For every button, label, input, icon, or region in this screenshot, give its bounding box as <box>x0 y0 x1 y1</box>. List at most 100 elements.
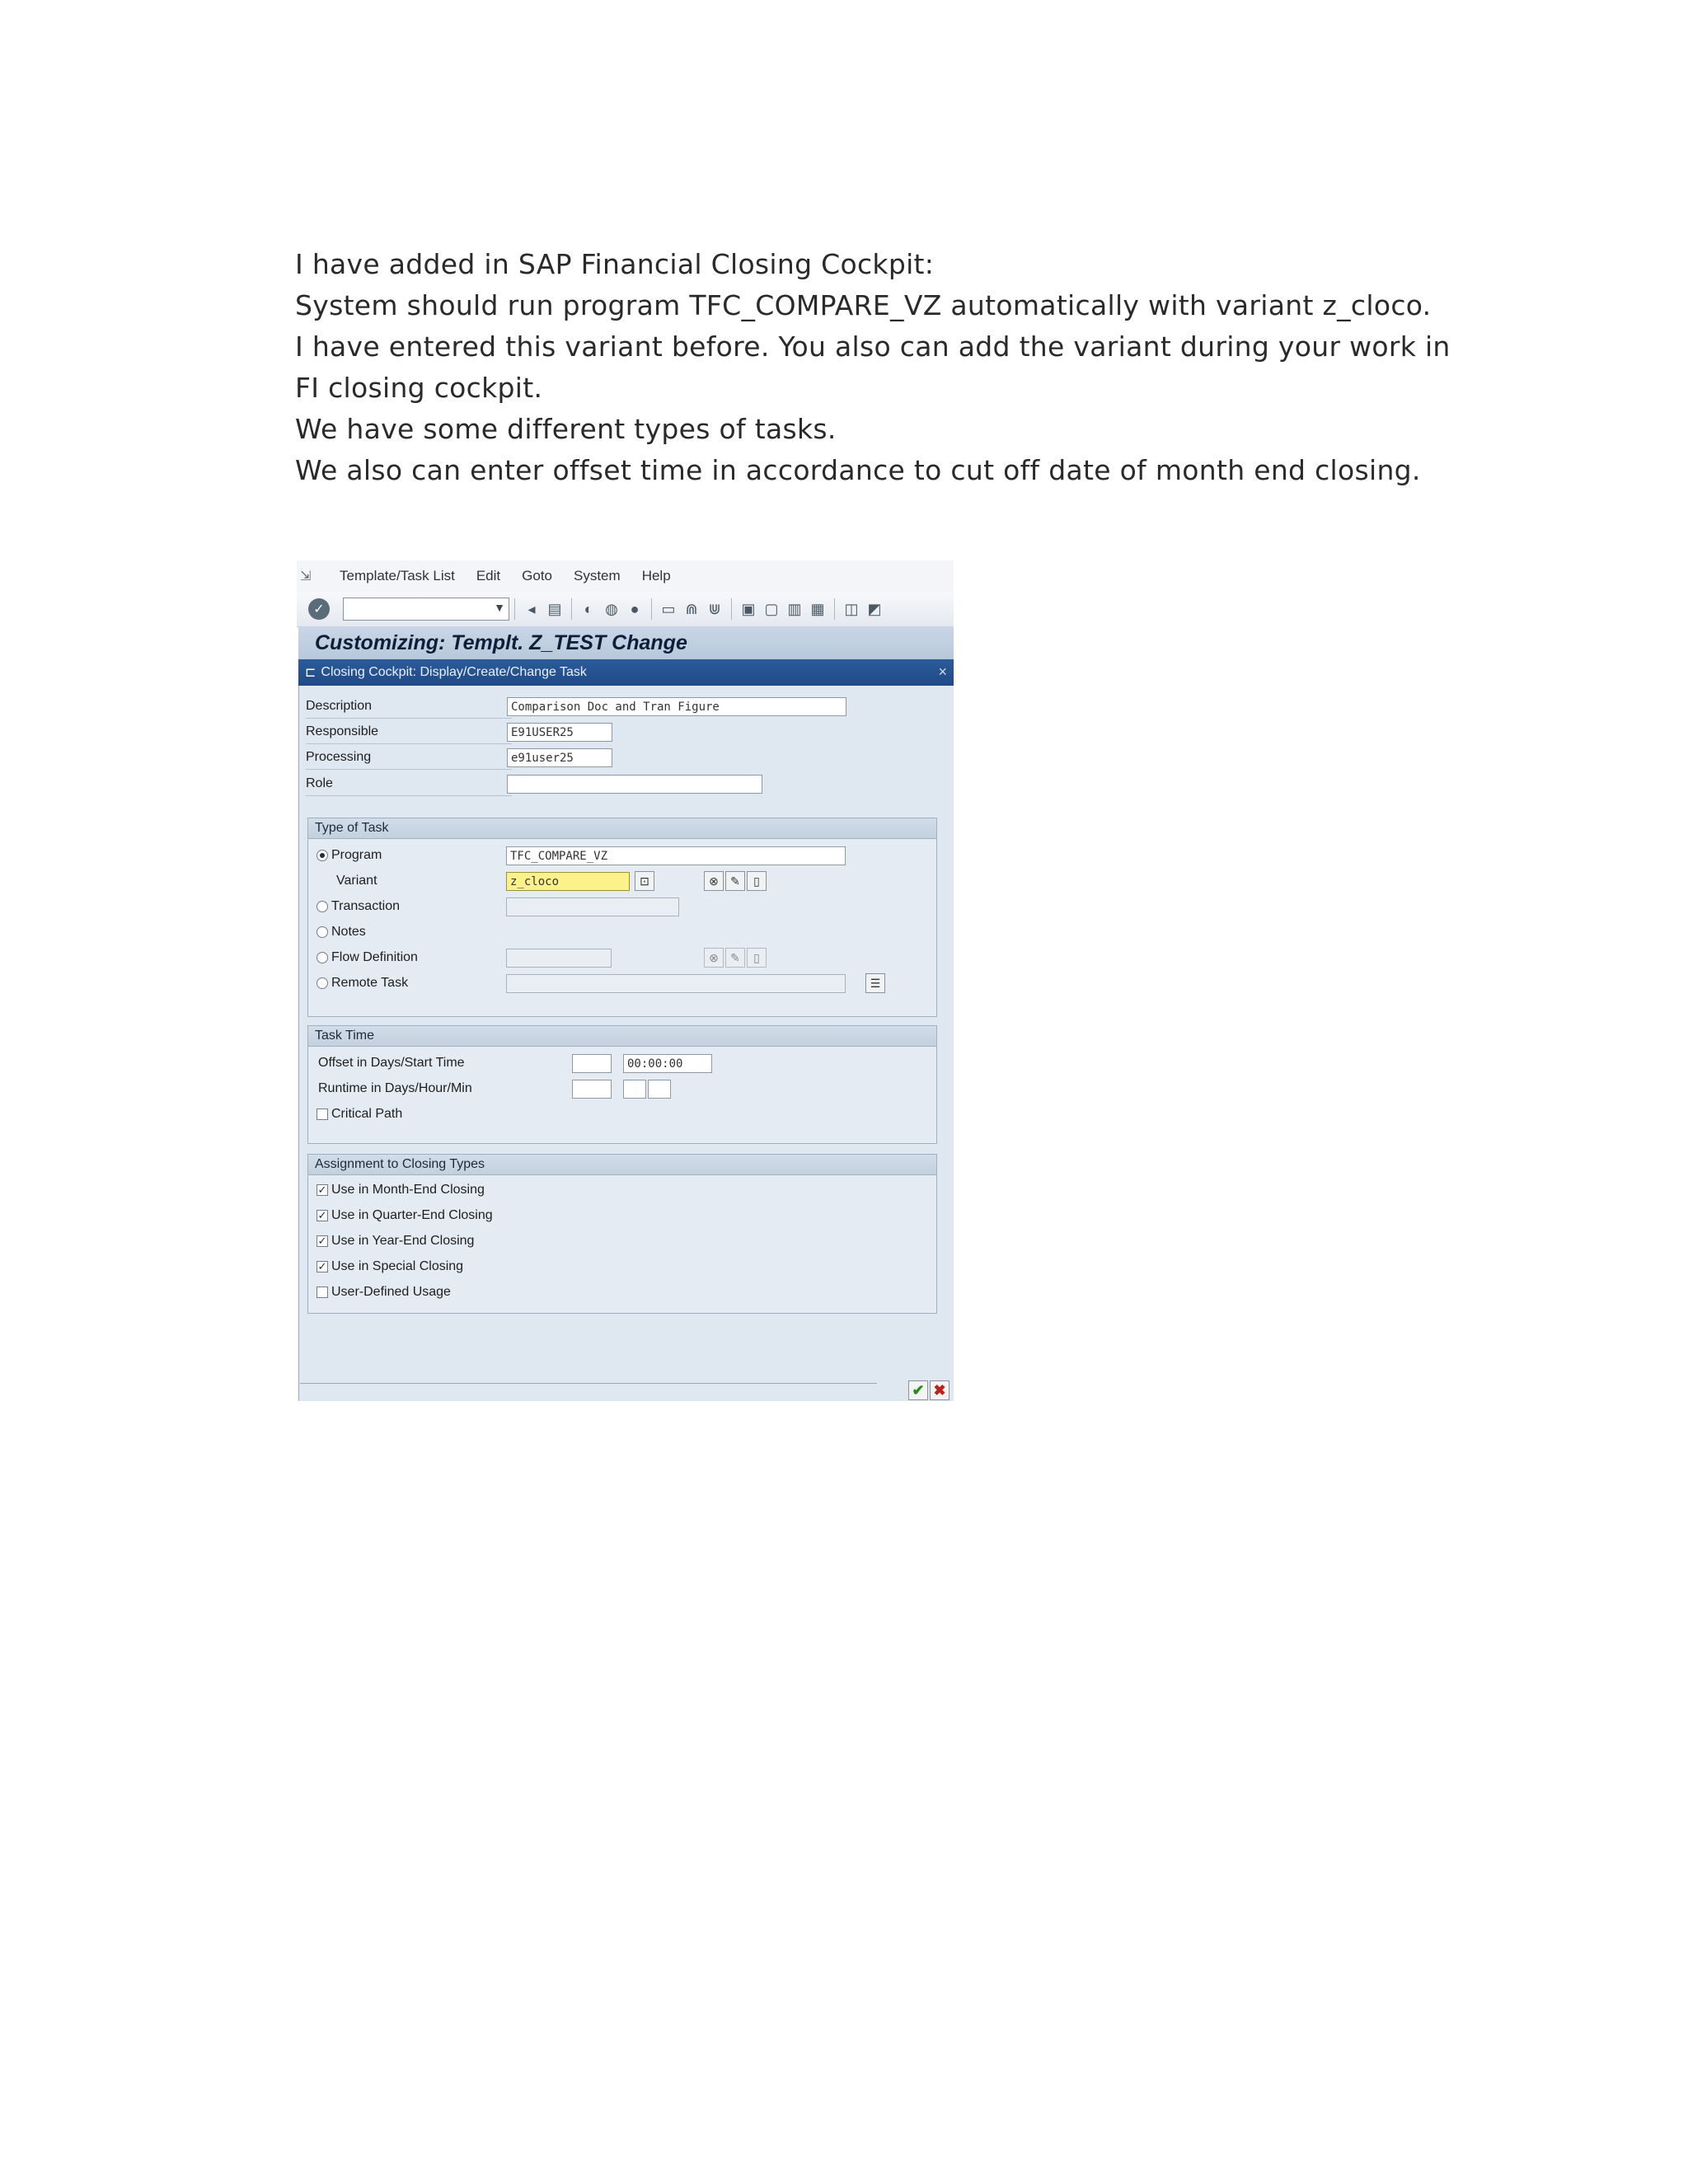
year-end-row[interactable]: ✓ Use in Year-End Closing <box>316 1230 474 1252</box>
year-end-checkbox[interactable]: ✓ <box>316 1235 328 1247</box>
menu-system[interactable]: System <box>574 568 621 584</box>
dialog-title: Closing Cockpit: Display/Create/Change T… <box>321 665 587 679</box>
previous-page-icon[interactable]: ▢ <box>762 599 781 619</box>
dialog-footer: ✔ ✖ <box>297 1376 954 1401</box>
critical-path-row[interactable]: Critical Path <box>316 1104 402 1125</box>
quarter-end-row[interactable]: ✓ Use in Quarter-End Closing <box>316 1205 493 1226</box>
menu-edit[interactable]: Edit <box>476 568 500 584</box>
value-help-icon[interactable]: ⊡ <box>635 871 654 891</box>
program-radio-row[interactable]: Program <box>316 845 382 866</box>
processing-field[interactable]: e91user25 <box>507 748 612 767</box>
next-page-icon[interactable]: ▥ <box>785 599 804 619</box>
type-of-task-group: Type of Task Program TFC_COMPARE_VZ Vari… <box>307 818 937 1017</box>
runtime-hours-field[interactable] <box>623 1080 646 1099</box>
save-icon[interactable]: ▤ <box>545 599 565 619</box>
month-end-row[interactable]: ✓ Use in Month-End Closing <box>316 1179 485 1201</box>
offset-time-field[interactable]: 00:00:00 <box>623 1054 712 1073</box>
menu-goto[interactable]: Goto <box>522 568 552 584</box>
quarter-end-checkbox[interactable]: ✓ <box>316 1210 328 1221</box>
offset-row: Offset in Days/Start Time <box>315 1052 465 1074</box>
exit-icon[interactable]: ◐ <box>579 599 598 619</box>
remote-label: Remote Task <box>331 976 409 990</box>
create-flow-icon[interactable]: ▯ <box>747 948 767 968</box>
menu-help[interactable]: Help <box>642 568 671 584</box>
year-end-label: Use in Year-End Closing <box>331 1234 475 1248</box>
flow-field[interactable] <box>506 949 612 968</box>
text-line-2: System should run program TFC_COMPARE_VZ… <box>295 289 1432 321</box>
flow-label: Flow Definition <box>331 950 418 964</box>
program-field[interactable]: TFC_COMPARE_VZ <box>506 846 846 865</box>
stop-icon[interactable]: ● <box>625 599 645 619</box>
runtime-days-field[interactable] <box>572 1080 612 1099</box>
text-line-3: I have entered this variant before. You … <box>295 330 1451 404</box>
role-label: Role <box>306 776 333 790</box>
dialog-body: Description Comparison Doc and Tran Figu… <box>298 686 954 1401</box>
list-icon[interactable]: ☰ <box>865 973 885 993</box>
print-icon[interactable]: ▭ <box>659 599 678 619</box>
special-closing-row[interactable]: ✓ Use in Special Closing <box>316 1256 463 1277</box>
special-closing-checkbox[interactable]: ✓ <box>316 1261 328 1272</box>
check-icon[interactable]: ✔ <box>908 1380 928 1400</box>
responsible-field[interactable]: E91USER25 <box>507 723 612 742</box>
description-field[interactable]: Comparison Doc and Tran Figure <box>507 697 846 716</box>
shortcut-icon[interactable]: ◩ <box>865 599 884 619</box>
text-line-1: I have added in SAP Financial Closing Co… <box>295 248 935 280</box>
notes-radio-row[interactable]: Notes <box>316 921 366 943</box>
runtime-minutes-field[interactable] <box>648 1080 671 1099</box>
user-defined-checkbox[interactable] <box>316 1286 328 1298</box>
new-session-icon[interactable]: ◫ <box>842 599 861 619</box>
remote-radio[interactable] <box>316 977 328 989</box>
critical-path-checkbox[interactable] <box>316 1108 328 1120</box>
special-closing-label: Use in Special Closing <box>331 1259 464 1273</box>
notes-radio[interactable] <box>316 926 328 938</box>
remote-field[interactable] <box>506 974 846 993</box>
user-defined-row[interactable]: User-Defined Usage <box>316 1282 451 1303</box>
back-icon[interactable]: ◂ <box>522 599 542 619</box>
toolbar-separator <box>514 598 515 620</box>
cancel-icon[interactable]: ✖ <box>930 1380 950 1400</box>
label-underline <box>306 718 512 719</box>
transaction-radio-row[interactable]: Transaction <box>316 896 400 917</box>
flow-radio-row[interactable]: Flow Definition <box>316 947 418 968</box>
remote-radio-row[interactable]: Remote Task <box>316 972 408 994</box>
edit-pencil-icon[interactable]: ✎ <box>725 871 745 891</box>
task-time-group: Task Time Offset in Days/Start Time 00:0… <box>307 1025 937 1144</box>
display-flow-icon[interactable]: ⊗ <box>704 948 724 968</box>
edit-flow-icon[interactable]: ✎ <box>725 948 745 968</box>
close-icon[interactable]: × <box>938 663 947 681</box>
transaction-label: Transaction <box>331 899 400 913</box>
cancel-icon[interactable]: ◍ <box>602 599 621 619</box>
menu-arrow-icon[interactable]: ⇲ <box>300 568 318 584</box>
document-text: I have added in SAP Financial Closing Co… <box>295 244 1465 491</box>
find-next-icon[interactable]: ⋓ <box>705 599 724 619</box>
offset-days-field[interactable] <box>572 1054 612 1073</box>
transaction-field[interactable] <box>506 898 679 916</box>
text-line-5: We also can enter offset time in accorda… <box>295 454 1421 486</box>
enter-icon[interactable]: ✓ <box>308 598 330 620</box>
notes-label: Notes <box>331 925 366 939</box>
quarter-end-label: Use in Quarter-End Closing <box>331 1208 493 1222</box>
role-field[interactable] <box>507 775 762 794</box>
menu-template-task-list[interactable]: Template/Task List <box>340 568 455 584</box>
text-line-4: We have some different types of tasks. <box>295 413 837 445</box>
critical-path-label: Critical Path <box>331 1107 403 1121</box>
command-field[interactable]: ▼ <box>343 598 509 621</box>
toolbar-separator <box>571 598 572 620</box>
last-page-icon[interactable]: ▦ <box>808 599 828 619</box>
transaction-radio[interactable] <box>316 901 328 912</box>
task-time-title: Task Time <box>308 1026 936 1047</box>
processing-label: Processing <box>306 750 372 764</box>
footer-divider <box>300 1383 877 1384</box>
create-document-icon[interactable]: ▯ <box>747 871 767 891</box>
variant-field[interactable]: z_cloco <box>506 872 630 891</box>
flow-radio[interactable] <box>316 952 328 963</box>
find-icon[interactable]: ⋒ <box>682 599 701 619</box>
program-radio[interactable] <box>316 850 328 861</box>
display-variant-icon[interactable]: ⊗ <box>704 871 724 891</box>
month-end-label: Use in Month-End Closing <box>331 1183 485 1197</box>
first-page-icon[interactable]: ▣ <box>738 599 758 619</box>
user-defined-label: User-Defined Usage <box>331 1285 451 1299</box>
month-end-checkbox[interactable]: ✓ <box>316 1184 328 1196</box>
chevron-down-icon[interactable]: ▼ <box>494 601 505 614</box>
variant-label: Variant <box>336 874 377 888</box>
